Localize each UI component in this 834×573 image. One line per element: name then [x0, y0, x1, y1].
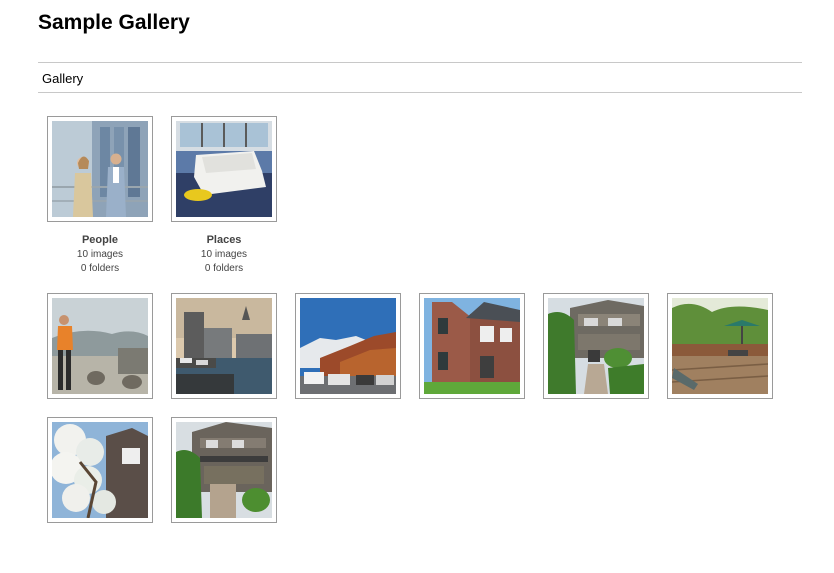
breadcrumb: Gallery	[38, 62, 802, 93]
sofa-room-thumbnail	[176, 121, 272, 217]
harbor-town-thumbnail	[176, 298, 272, 394]
people-office-thumbnail	[52, 121, 148, 217]
image-thumbnail[interactable]	[667, 293, 773, 399]
blossoming-tree-house-thumbnail	[52, 422, 148, 518]
image-thumbnail[interactable]	[47, 293, 153, 399]
house-with-garden-steps-thumbnail	[548, 298, 644, 394]
breadcrumb-gallery-link[interactable]: Gallery	[42, 71, 83, 86]
image-thumbnail[interactable]	[543, 293, 649, 399]
woman-at-waterfront-thumbnail	[52, 298, 148, 394]
folder-name-link[interactable]: Places	[171, 232, 277, 248]
house-with-balcony-thumbnail	[176, 422, 272, 518]
folder-thumbnail-people[interactable]	[47, 116, 153, 222]
image-thumbnail[interactable]	[171, 293, 277, 399]
folder-thumbnail-places[interactable]	[171, 116, 277, 222]
folder-caption-people: People 10 images 0 folders	[47, 232, 153, 276]
wooden-deck-patio-thumbnail	[672, 298, 768, 394]
folder-caption-places: Places 10 images 0 folders	[171, 232, 277, 276]
image-thumbnail[interactable]	[47, 417, 153, 523]
folder-subfolder-count: 0 folders	[80, 263, 120, 274]
image-thumbnail[interactable]	[171, 417, 277, 523]
page-title: Sample Gallery	[38, 11, 190, 34]
brick-house-thumbnail	[424, 298, 520, 394]
folder-subfolder-count: 0 folders	[204, 263, 244, 274]
folder-image-count: 10 images	[76, 249, 124, 260]
mountain-parking-lot-thumbnail	[300, 298, 396, 394]
folder-name-link[interactable]: People	[47, 232, 153, 248]
image-thumbnail[interactable]	[295, 293, 401, 399]
folder-image-count: 10 images	[200, 249, 248, 260]
image-thumbnail[interactable]	[419, 293, 525, 399]
